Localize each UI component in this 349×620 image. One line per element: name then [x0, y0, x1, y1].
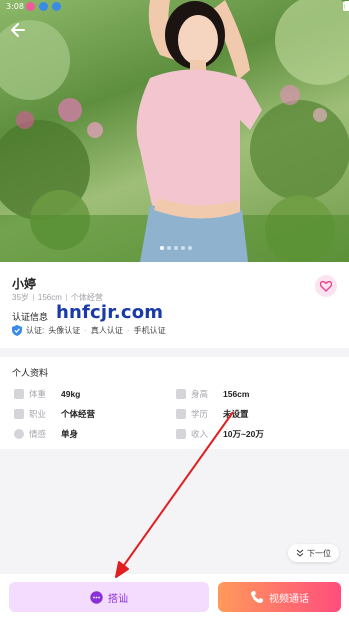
- video-call-label: 视频通话: [269, 593, 309, 605]
- video-call-button[interactable]: 视频通话: [218, 582, 341, 612]
- divider: [65, 294, 67, 301]
- next-profile-button[interactable]: 下一位: [288, 544, 339, 562]
- profile-photo[interactable]: 3:08: [0, 0, 349, 262]
- personal-info-card: 个人资料 体重 49kg 身高 156cm 职业 个体经营 学历 未设置 情感 …: [0, 357, 349, 449]
- profile-age: 35岁: [12, 293, 29, 302]
- notification-icon: [39, 2, 48, 11]
- separator: ·: [126, 326, 130, 335]
- bottom-action-bar: 搭讪 视频通话: [0, 574, 349, 620]
- verification-title: 认证信息: [12, 312, 49, 322]
- separator: ·: [84, 326, 87, 335]
- pager-dot[interactable]: [160, 246, 164, 250]
- briefcase-icon: [14, 409, 24, 419]
- profile-card: 小婷 35岁 156cm 个体经营 认证信息 hnfcjr.com 认证: 头像…: [0, 262, 349, 348]
- info-value: 156cm: [223, 389, 250, 399]
- verification-item: 头像认证: [48, 326, 81, 335]
- info-value: 49kg: [61, 389, 81, 399]
- graduation-cap-icon: [176, 409, 186, 419]
- photo-pager: [160, 246, 192, 250]
- heart-icon: [320, 280, 332, 292]
- arrow-left-icon: [11, 23, 25, 37]
- pager-dot[interactable]: [167, 246, 171, 250]
- info-label: 体重: [29, 389, 47, 399]
- watermark-text: hnfcjr.com: [56, 302, 164, 323]
- verification-item: 真人认证: [90, 326, 123, 335]
- info-row-education: 学历 未设置: [176, 408, 249, 420]
- info-label: 学历: [191, 409, 209, 419]
- info-row-weight: 体重 49kg: [14, 388, 80, 400]
- info-label: 身高: [191, 389, 209, 399]
- chat-button[interactable]: 搭讪: [9, 582, 209, 612]
- next-profile-label: 下一位: [307, 548, 331, 558]
- verification-row: 认证: 头像认证 · 真人认证 · 手机认证: [12, 325, 166, 336]
- info-row-occupation: 职业 个体经营: [14, 408, 95, 420]
- status-time: 3:08: [6, 2, 24, 11]
- notification-icon: [26, 2, 35, 11]
- personal-info-heading: 个人资料: [12, 368, 49, 378]
- info-label: 情感: [29, 429, 47, 439]
- info-label: 收入: [191, 429, 209, 439]
- like-button[interactable]: [315, 275, 337, 297]
- info-row-income: 收入 10万~20万: [176, 428, 264, 440]
- pager-dot[interactable]: [188, 246, 192, 250]
- wallet-icon: [176, 429, 186, 439]
- pager-dot[interactable]: [181, 246, 185, 250]
- info-row-height: 身高 156cm: [176, 388, 249, 400]
- verification-prefix: 认证:: [26, 326, 45, 335]
- divider: [32, 294, 34, 301]
- verification-item: 手机认证: [133, 326, 166, 335]
- info-value: 单身: [61, 429, 79, 439]
- heart-outline-icon: [14, 429, 24, 439]
- info-row-relationship: 情感 单身: [14, 428, 78, 440]
- info-value: 10万~20万: [223, 429, 264, 439]
- info-value: 未设置: [223, 409, 249, 419]
- double-chevron-down-icon: [296, 549, 304, 557]
- notification-icon: [52, 2, 61, 11]
- info-value: 个体经营: [61, 409, 96, 419]
- photo-illustration: [0, 0, 349, 262]
- profile-name: 小婷: [12, 277, 37, 291]
- weight-icon: [14, 389, 24, 399]
- chat-bubble-icon: [90, 590, 103, 604]
- info-label: 职业: [29, 409, 47, 419]
- chat-button-label: 搭讪: [108, 593, 128, 605]
- shield-check-icon: [12, 325, 22, 336]
- phone-icon: [251, 591, 263, 603]
- status-bar: 3:08: [0, 0, 349, 14]
- back-button[interactable]: [8, 20, 28, 40]
- battery-icon: [343, 1, 349, 11]
- profile-page: 3:08 小婷 35岁 156cm 个体经营 认证信息 hnfcjr.com 认…: [0, 0, 349, 620]
- profile-height: 156cm: [37, 293, 62, 302]
- pager-dot[interactable]: [174, 246, 178, 250]
- ruler-icon: [176, 389, 186, 399]
